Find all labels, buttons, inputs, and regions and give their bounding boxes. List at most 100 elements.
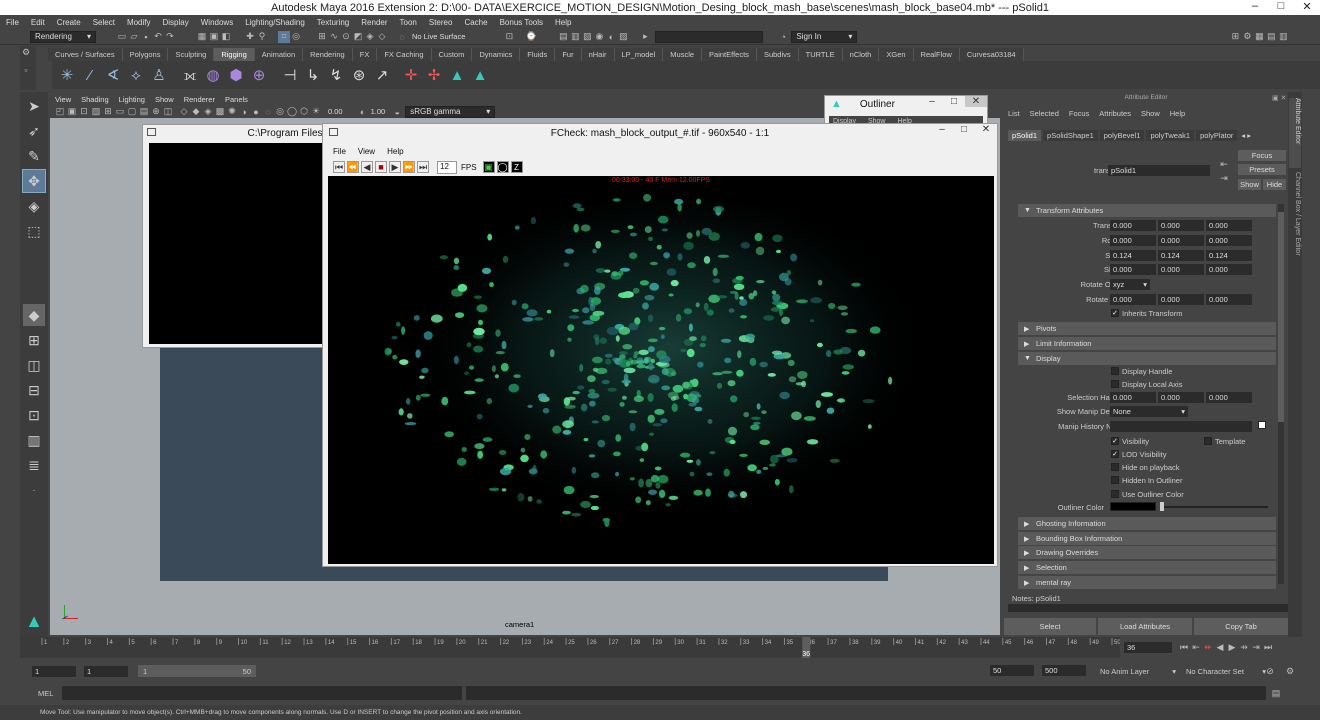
panel-menu-shading[interactable]: Shading: [76, 95, 114, 104]
section-transform-attributes[interactable]: ▼ Transform Attributes: [1018, 204, 1276, 217]
wireframe-icon[interactable]: ◇: [178, 106, 190, 118]
go-to-start-icon[interactable]: ⏮: [1178, 642, 1190, 654]
panel-menu-lighting[interactable]: Lighting: [114, 95, 150, 104]
step-back-icon[interactable]: ⏪: [347, 161, 359, 173]
exposure-icon[interactable]: ☀: [310, 106, 322, 118]
lod-visibility-checkbox[interactable]: ✓: [1111, 450, 1119, 458]
maximize-button[interactable]: □: [1268, 0, 1294, 13]
fcheck-titlebar[interactable]: FCheck: mash_block_output_#.tif - 960x54…: [323, 124, 997, 142]
gamma-value[interactable]: 1.00: [371, 107, 386, 116]
rotate-z-field[interactable]: 0.000: [1206, 235, 1252, 246]
notes-field[interactable]: [1008, 604, 1288, 612]
shelf-tab-fx[interactable]: FX: [352, 48, 378, 61]
gamma-icon[interactable]: ◐: [357, 106, 369, 118]
ae-menu-show[interactable]: Show: [1141, 109, 1160, 118]
ae-tab-psolidshape1[interactable]: pSolidShape1: [1043, 130, 1098, 141]
close-button[interactable]: ✕: [1294, 0, 1320, 13]
sign-in-dropdown[interactable]: Sign In ▾: [791, 30, 858, 43]
ae-tab-polytweak1[interactable]: polyTweak1: [1146, 130, 1195, 141]
bookmark-icon[interactable]: ⊡: [78, 106, 90, 118]
animation-start-field[interactable]: 1: [32, 665, 76, 677]
menu-toon[interactable]: Toon: [394, 18, 423, 27]
live-surface-icon[interactable]: ◌: [396, 31, 408, 43]
shelf-tab-fluids[interactable]: Fluids: [520, 48, 556, 61]
menu-file[interactable]: File: [0, 18, 25, 27]
shear-x-field[interactable]: 0.000: [1110, 264, 1156, 275]
ae-tab-polybevel1[interactable]: polyBevel1: [1099, 130, 1145, 141]
rotate-order-dropdown[interactable]: xyz ▾: [1110, 279, 1150, 290]
four-view-icon[interactable]: ⊞: [23, 329, 45, 351]
shelf-tab-sculpting[interactable]: Sculpting: [168, 48, 215, 61]
wrap-icon[interactable]: ⊕: [248, 64, 270, 86]
orient-constraint-icon[interactable]: ↯: [325, 64, 347, 86]
render-view-icon[interactable]: ◐: [605, 31, 617, 43]
ae-hide-button[interactable]: Hide: [1263, 179, 1286, 190]
ambient-occlusion-icon[interactable]: ●: [250, 106, 262, 118]
field-chart-icon[interactable]: ⊕: [150, 106, 162, 118]
section-display[interactable]: ▼ Display: [1018, 352, 1276, 365]
ae-menu-list[interactable]: List: [1008, 109, 1020, 118]
stop-icon[interactable]: ■: [375, 161, 387, 173]
selection-handle-y-field[interactable]: 0.000: [1158, 392, 1204, 403]
shelf-tab-fx-caching[interactable]: FX Caching: [377, 48, 432, 61]
outliner-titlebar[interactable]: ▲ Outliner – □ ✕: [825, 96, 987, 112]
fcheck-menu-help[interactable]: Help: [387, 147, 403, 156]
exposure-value[interactable]: 0.00: [328, 107, 343, 116]
persp-outliner-icon[interactable]: ◫: [23, 354, 45, 376]
fcheck-menu-view[interactable]: View: [358, 147, 375, 156]
ae-float-icon[interactable]: ▣ ✕: [1272, 94, 1286, 102]
outliner-layout-icon[interactable]: ▥: [23, 429, 45, 451]
scale-tool-icon[interactable]: ⬚: [23, 220, 45, 242]
shelf-settings-icon[interactable]: ⚙: [20, 46, 32, 58]
select-misc-icon[interactable]: ◎: [290, 31, 302, 43]
last-frame-icon[interactable]: ⏭: [417, 161, 429, 173]
menu-display[interactable]: Display: [157, 18, 195, 27]
modeling-toolkit-icon[interactable]: ⊞: [1229, 31, 1241, 43]
menu-lighting-shading[interactable]: Lighting/Shading: [239, 18, 311, 27]
section-drawing-overrides[interactable]: ▶ Drawing Overrides: [1018, 546, 1276, 559]
shelf-tab-nhair[interactable]: nHair: [581, 48, 615, 61]
outliner-color-swatch[interactable]: [1110, 502, 1156, 511]
shelf-tab-subdivs[interactable]: Subdivs: [756, 48, 799, 61]
bind-skin-icon[interactable]: ⟗: [179, 64, 201, 86]
select-handles-icon[interactable]: ✚: [244, 31, 256, 43]
z-depth-icon[interactable]: Z: [510, 161, 523, 173]
map-button-icon[interactable]: [1258, 421, 1266, 429]
ae-menu-help[interactable]: Help: [1170, 109, 1185, 118]
shelf-tab-polygons[interactable]: Polygons: [122, 48, 169, 61]
safe-action-icon[interactable]: ◫: [162, 106, 174, 118]
select-tool-icon[interactable]: ➤: [23, 95, 45, 117]
shadows-icon[interactable]: ◑: [238, 106, 250, 118]
wireframe-on-shaded-icon[interactable]: ◈: [202, 106, 214, 118]
shelf-tab-animation[interactable]: Animation: [254, 48, 304, 61]
use-lights-icon[interactable]: ✺: [226, 106, 238, 118]
menu-bonus-tools[interactable]: Bonus Tools: [494, 18, 549, 27]
locator-icon[interactable]: ✛: [400, 64, 422, 86]
program-files-titlebar[interactable]: C:\Program Files: [143, 125, 327, 141]
rgb-channels-icon[interactable]: ▣: [482, 161, 495, 173]
script-editor-icon[interactable]: ▤: [1270, 687, 1282, 699]
hidden-in-outliner-checkbox[interactable]: [1111, 476, 1119, 484]
menu-stereo[interactable]: Stereo: [423, 18, 459, 27]
show-manip-default-dropdown[interactable]: None ▾: [1110, 406, 1188, 417]
ae-transform-name-field[interactable]: pSolid1: [1108, 165, 1210, 176]
shelf-tab-painteffects[interactable]: PaintEffects: [702, 48, 757, 61]
render-settings-icon[interactable]: ▧: [581, 31, 593, 43]
character-controls-icon[interactable]: ⚙: [1241, 31, 1253, 43]
menu-render[interactable]: Render: [355, 18, 393, 27]
graph-editor-layout-icon[interactable]: ≣: [23, 454, 45, 476]
auto-key-icon[interactable]: ⊘: [1264, 665, 1276, 677]
camera-attr-icon[interactable]: ▣: [66, 106, 78, 118]
single-perspective-icon[interactable]: ◆: [23, 304, 45, 326]
shelf-tab-dynamics[interactable]: Dynamics: [472, 48, 521, 61]
fps-input[interactable]: 12: [437, 160, 457, 174]
view-transform-dropdown[interactable]: sRGB gamma ▾: [405, 105, 496, 118]
shelf-tab-lp-model[interactable]: LP_model: [614, 48, 664, 61]
rotate-axis-y-field[interactable]: 0.000: [1158, 294, 1204, 305]
save-scene-icon[interactable]: ▪: [140, 31, 152, 43]
ae-menu-selected[interactable]: Selected: [1030, 109, 1059, 118]
shelf-tab-curvesa03184[interactable]: Curvesa03184: [959, 48, 1024, 61]
rotate-y-field[interactable]: 0.000: [1158, 235, 1204, 246]
render-layer-icon[interactable]: ▨: [617, 31, 629, 43]
paint-select-icon[interactable]: ✎: [23, 145, 45, 167]
